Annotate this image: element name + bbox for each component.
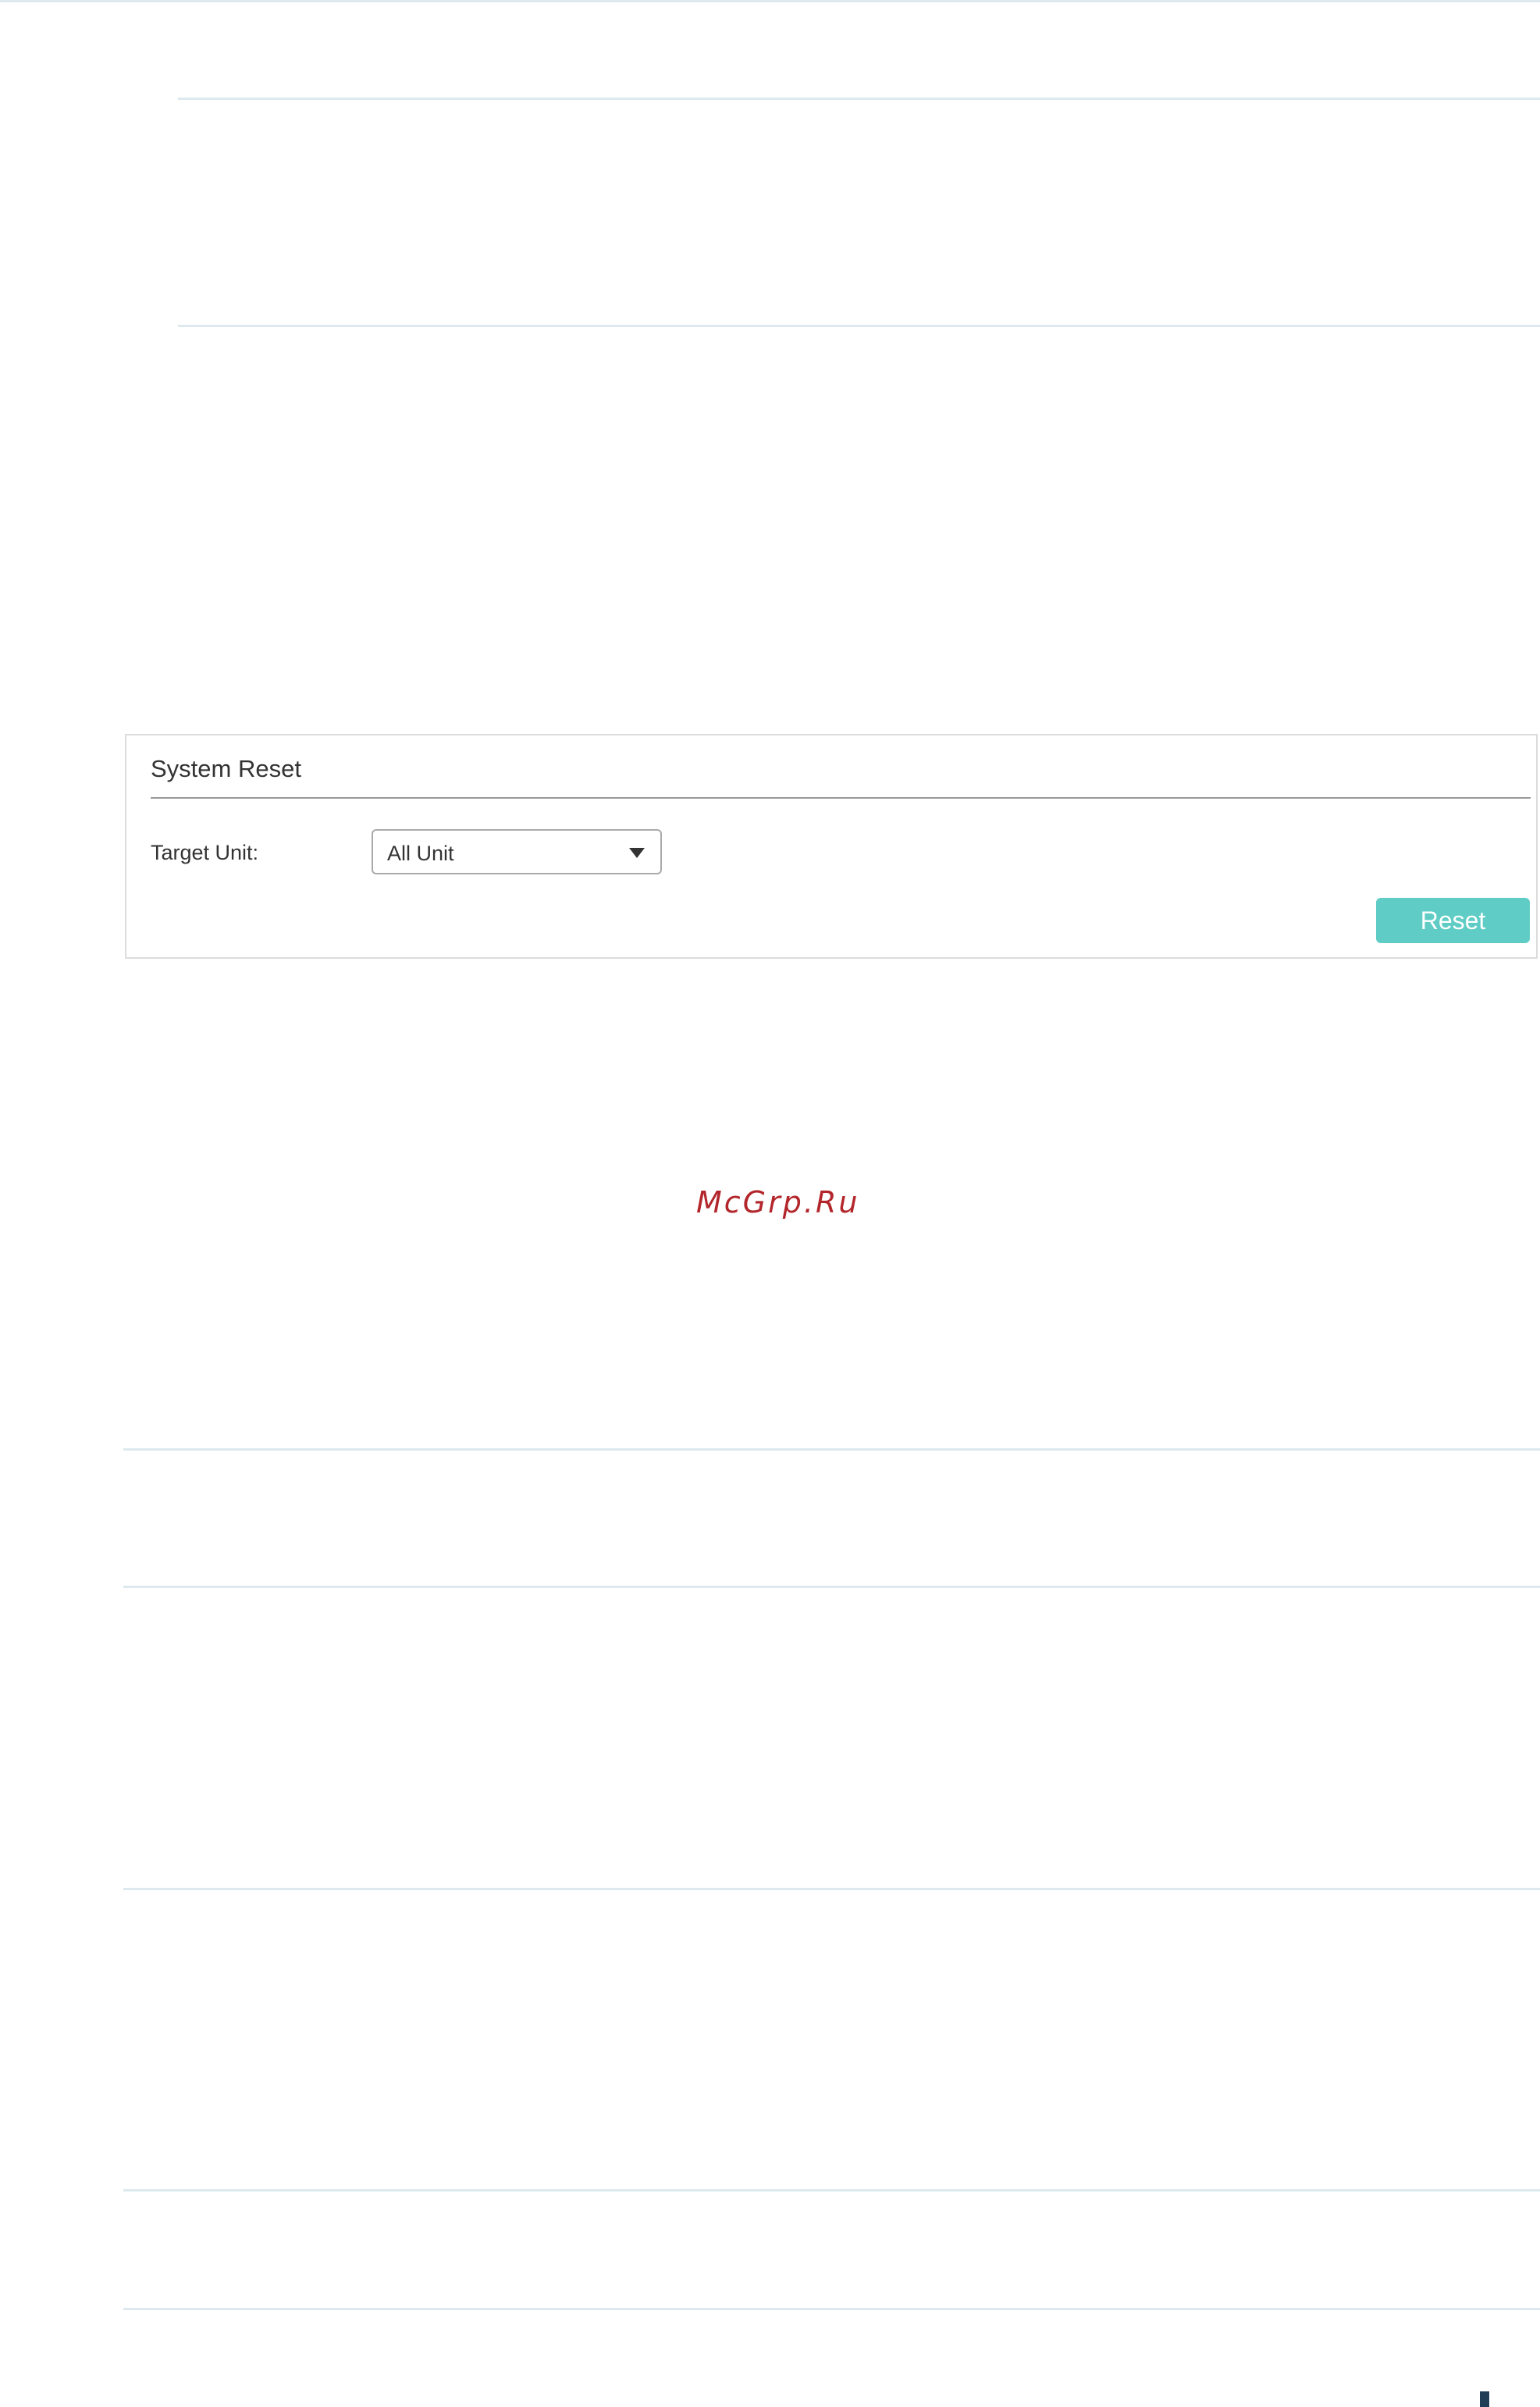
caret-down-icon bbox=[629, 848, 645, 858]
system-reset-panel: System Reset Target Unit: All Unit Reset bbox=[125, 734, 1538, 959]
top-border bbox=[0, 0, 1540, 2]
divider bbox=[123, 1448, 1540, 1451]
divider bbox=[123, 1888, 1540, 1890]
page: System Reset Target Unit: All Unit Reset… bbox=[0, 0, 1540, 2407]
divider bbox=[123, 2308, 1540, 2310]
divider bbox=[178, 325, 1540, 327]
target-unit-select[interactable]: All Unit bbox=[372, 829, 662, 874]
target-unit-value: All Unit bbox=[387, 842, 454, 865]
watermark: McGrp.Ru bbox=[696, 1185, 860, 1220]
panel-divider bbox=[151, 797, 1531, 799]
divider bbox=[178, 98, 1540, 100]
target-unit-label: Target Unit: bbox=[151, 841, 259, 864]
panel-title: System Reset bbox=[151, 755, 301, 782]
page-corner-mark bbox=[1480, 2391, 1489, 2407]
divider bbox=[123, 1586, 1540, 1588]
reset-button[interactable]: Reset bbox=[1376, 898, 1530, 943]
divider bbox=[123, 2189, 1540, 2192]
